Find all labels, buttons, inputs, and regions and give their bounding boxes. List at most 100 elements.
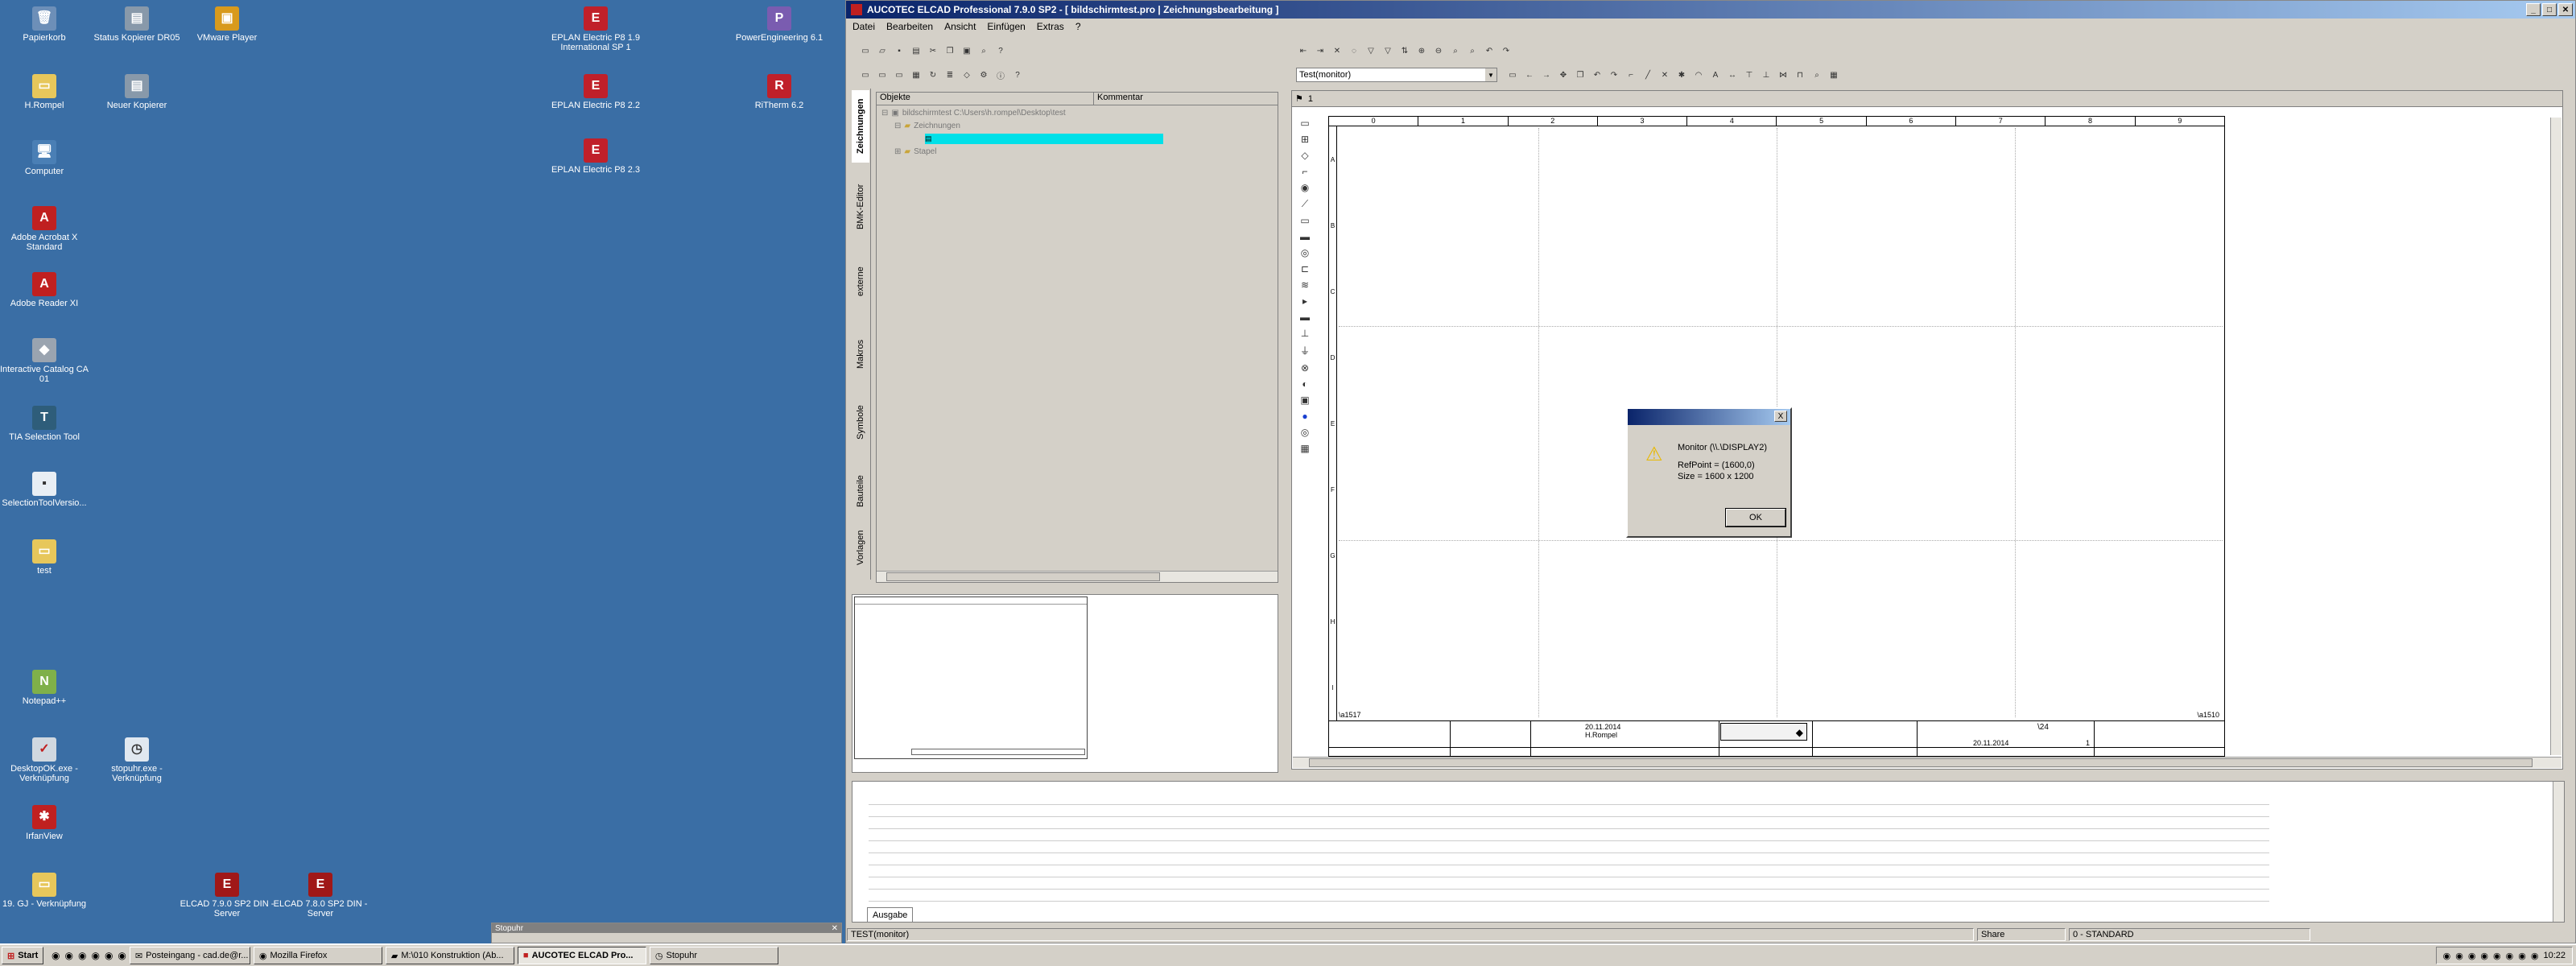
find-icon[interactable]: ⌕	[1448, 43, 1463, 58]
column-header-comment[interactable]: Kommentar	[1094, 93, 1143, 105]
drawing-combo[interactable]: Test(monitor) ▼	[1296, 68, 1497, 82]
tray-icon[interactable]: ◉	[2443, 951, 2451, 961]
zoom-in-icon[interactable]: ⊕	[1414, 43, 1429, 58]
undo2-icon[interactable]: ↶	[1590, 68, 1604, 82]
desktop-icon-notepadpp[interactable]: N Notepad++	[0, 670, 93, 706]
connector-icon[interactable]: ▬	[1300, 312, 1310, 323]
desktop-icon-status-kopierer[interactable]: ▤ Status Kopierer DR05	[89, 6, 185, 43]
search-icon[interactable]: ⌕	[976, 43, 991, 58]
menu-extras[interactable]: Extras	[1037, 21, 1064, 32]
find-next-icon[interactable]: ⌕	[1465, 43, 1480, 58]
contact-icon[interactable]: ◇	[1301, 150, 1308, 161]
desktop-icon-test[interactable]: ▭ test	[0, 539, 93, 576]
ring-icon[interactable]: ◎	[1301, 427, 1309, 438]
arc-icon[interactable]: ◠	[1691, 68, 1706, 82]
layers-icon[interactable]: ≣	[943, 68, 957, 82]
tree-node-stapel[interactable]: ⊞ ▰ Stapel	[894, 147, 936, 156]
first-page-icon[interactable]: ⇤	[1296, 43, 1311, 58]
redo-icon[interactable]: ↷	[1499, 43, 1513, 58]
terminal-icon[interactable]: ⊤	[1742, 68, 1757, 82]
find3-icon[interactable]: ⌕	[1810, 68, 1824, 82]
tab-symbole[interactable]: Symbole	[852, 390, 869, 455]
switch-icon[interactable]: ⟋	[1302, 198, 1308, 210]
tree-node-selected[interactable]: ▤	[925, 134, 1163, 144]
chevron-down-icon[interactable]: ▼	[1485, 68, 1496, 81]
wire-tool-icon[interactable]: ⌐	[1302, 166, 1307, 177]
window2-icon[interactable]: ▭	[875, 68, 890, 82]
desktop-icon-neuer-kopierer[interactable]: ▤ Neuer Kopierer	[89, 74, 185, 110]
terminal-tool-icon[interactable]: ▭	[1300, 215, 1309, 226]
bridge-icon[interactable]: ⊓	[1793, 68, 1807, 82]
relay-icon[interactable]: ▣	[1300, 394, 1309, 406]
quicklaunch-icon[interactable]: ◉	[91, 950, 99, 961]
tray-icon[interactable]: ◉	[2468, 951, 2476, 961]
motor-icon[interactable]: ◉	[1301, 182, 1309, 193]
desktop-icon-vmware[interactable]: ▣ VMware Player	[179, 6, 275, 43]
tree-root[interactable]: ⊟ ▣ bildschirmtest C:\Users\h.rompel\Deskt…	[881, 109, 1066, 118]
line-icon[interactable]: ╱	[1641, 68, 1655, 82]
desktop-icon-reader[interactable]: A Adobe Reader XI	[0, 272, 93, 308]
copy-icon[interactable]: ❐	[943, 43, 957, 58]
help-icon[interactable]: ?	[993, 43, 1008, 58]
help2-icon[interactable]: ?	[1010, 68, 1025, 82]
task-firefox[interactable]: ◉ Mozilla Firefox	[253, 947, 382, 964]
next-icon[interactable]: →	[1539, 68, 1554, 82]
stopuhr-titlebar[interactable]: Stopuhr ✕	[492, 923, 841, 933]
drawing-horizontal-scrollbar[interactable]	[1293, 757, 2562, 768]
output-scrollbar[interactable]	[2553, 782, 2564, 922]
desktop-icon-eplan-19[interactable]: E EPLAN Electric P8 1.9 International SP …	[547, 6, 644, 52]
scrollbar-thumb[interactable]	[886, 572, 1160, 581]
tray-icon[interactable]: ◉	[2455, 951, 2463, 961]
coil-icon[interactable]: ◎	[1301, 247, 1309, 258]
conn-icon[interactable]: ⊥	[1759, 68, 1773, 82]
collapse-icon[interactable]: ⊟	[894, 122, 901, 130]
paste-icon[interactable]: ▣	[960, 43, 974, 58]
quicklaunch-icon[interactable]: ◉	[105, 950, 113, 961]
text-tool-icon[interactable]: A	[1708, 68, 1723, 82]
sort-icon[interactable]: ⇅	[1397, 43, 1412, 58]
tray-icon[interactable]: ◉	[2480, 951, 2488, 961]
desktop-icon-stopuhr[interactable]: ◷ stopuhr.exe - Verknüpfung	[89, 737, 185, 783]
collapse-icon[interactable]: ⊟	[881, 109, 888, 118]
move-icon[interactable]: ✥	[1556, 68, 1571, 82]
minimize-icon[interactable]: _	[2526, 3, 2541, 16]
menu-datei[interactable]: Datei	[852, 21, 875, 32]
output-tab[interactable]: Ausgabe	[867, 907, 914, 922]
print-icon[interactable]: ▤	[909, 43, 923, 58]
vertical-scrollbar[interactable]	[2550, 118, 2562, 755]
desktop-icon-powerengineering[interactable]: P PowerEngineering 6.1	[731, 6, 828, 43]
tab-bmk-editor[interactable]: BMK-Editor	[852, 171, 869, 243]
settings-icon[interactable]: ⚙	[976, 68, 991, 82]
tray-icon[interactable]: ◉	[2531, 951, 2539, 961]
expand-icon[interactable]: ⊞	[894, 147, 901, 156]
close-icon[interactable]: ✕	[2558, 3, 2573, 16]
start-button[interactable]: ⊞ Start	[2, 947, 43, 964]
dialog-close-button[interactable]: X	[1774, 411, 1787, 422]
undo-icon[interactable]: ↶	[1482, 43, 1496, 58]
desktop-icon-desktopok[interactable]: ✓ DesktopOK.exe - Verknüpfung	[0, 737, 93, 783]
task-explorer[interactable]: ▰ M:\010 Konstruktion (Ab...	[385, 947, 514, 964]
ok-button[interactable]: OK	[1725, 508, 1786, 527]
tray-icon[interactable]: ◉	[2493, 951, 2501, 961]
tray-icon[interactable]: ◉	[2518, 951, 2526, 961]
tool2-icon[interactable]: ◌	[1347, 43, 1361, 58]
stopuhr-window[interactable]: Stopuhr ✕	[491, 923, 842, 943]
desktop-icon-gj[interactable]: ▭ 19. GJ - Verknüpfung	[0, 873, 93, 909]
desktop-icon-tia[interactable]: T TIA Selection Tool	[0, 406, 93, 442]
grid-tool-icon[interactable]: ▦	[1300, 443, 1309, 454]
desktop-icon-irfanview[interactable]: ✱ IrfanView	[0, 805, 93, 841]
preview-thumbnail[interactable]	[854, 597, 1088, 759]
tab-makros[interactable]: Makros	[852, 322, 869, 386]
dim-icon[interactable]: ↔	[1725, 68, 1740, 82]
meter-icon[interactable]: ≋	[1301, 279, 1309, 291]
symbol-tool-icon[interactable]: ⊞	[1301, 134, 1309, 145]
ground-icon[interactable]: ⏚	[1300, 344, 1310, 357]
menu-ansicht[interactable]: Ansicht	[944, 21, 976, 32]
desktop-icon-recycle-bin[interactable]: 🗑 Papierkorb	[0, 6, 93, 43]
lamp-icon[interactable]: ⊗	[1301, 362, 1309, 374]
desktop-icon-computer[interactable]: 🖥 Computer	[0, 140, 93, 176]
diode-icon[interactable]: ▸	[1302, 295, 1307, 307]
column-header-objects[interactable]: Objekte	[877, 93, 1094, 105]
redo2-icon[interactable]: ↷	[1607, 68, 1621, 82]
star-icon[interactable]: ✱	[1674, 68, 1689, 82]
